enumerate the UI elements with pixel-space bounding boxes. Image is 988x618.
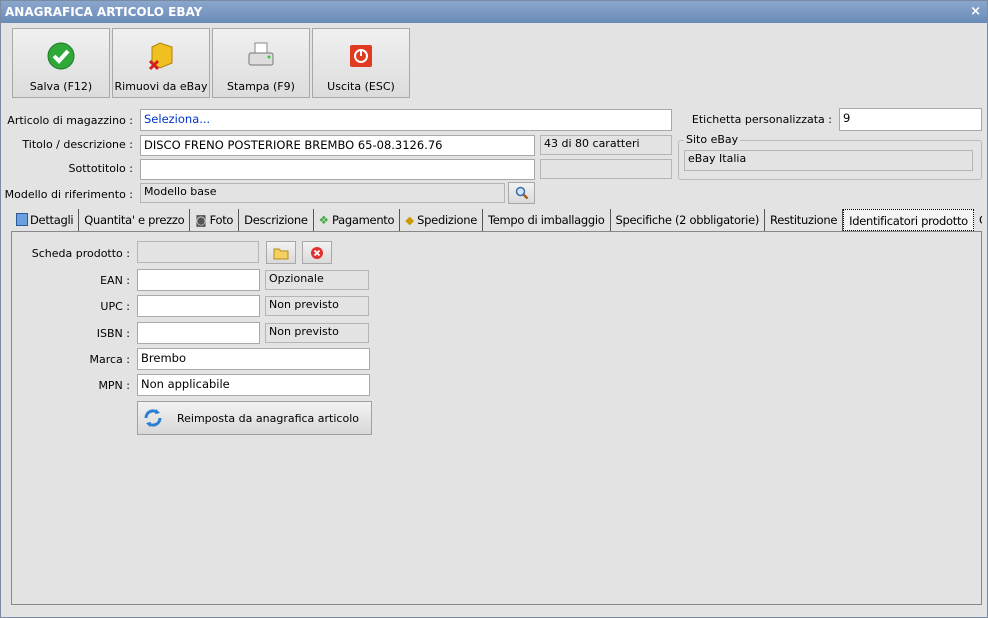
modello-input[interactable]: Modello base — [140, 183, 505, 203]
exit-label: Uscita (ESC) — [327, 80, 395, 93]
tab-bar: Dettagli Quantita' e prezzo ◙ Foto Descrizi… — [11, 209, 982, 232]
tab-pagamento[interactable]: ❖ Pagamento — [314, 209, 401, 231]
power-icon — [350, 45, 372, 67]
save-label: Salva (F12) — [29, 80, 93, 93]
window: ANAGRAFICA ARTICOLO EBAY × Salva (F12) Ri… — [0, 0, 988, 618]
reset-label: Reimposta da anagrafica articolo — [176, 411, 359, 425]
reset-from-article-button[interactable]: Reimposta da anagrafica articolo — [137, 401, 372, 435]
shipping-icon: ◆ — [405, 213, 418, 227]
modello-search-button[interactable] — [508, 182, 535, 204]
marca-label: Marca : — [89, 353, 130, 366]
delete-icon — [311, 246, 323, 259]
tab-restituzione[interactable]: Restituzione — [765, 209, 844, 231]
camera-icon: ◙ — [195, 213, 210, 227]
printer-icon — [248, 42, 274, 66]
ean-label: EAN : — [100, 274, 130, 287]
tab-tempo-imballaggio[interactable]: Tempo di imballaggio — [483, 209, 611, 231]
ean-status: Opzionale — [265, 270, 369, 290]
tab-dettagli[interactable]: Dettagli — [11, 209, 80, 231]
scheda-clear-button[interactable] — [302, 241, 332, 264]
sottotitolo-counter — [540, 159, 672, 179]
save-button[interactable]: Salva (F12) — [12, 28, 110, 98]
close-button[interactable]: × — [970, 1, 981, 23]
isbn-input[interactable] — [137, 322, 260, 344]
tab-foto[interactable]: ◙ Foto — [190, 209, 240, 231]
tab-compatibilita[interactable]: Compatib — [974, 209, 982, 231]
mpn-input[interactable]: Non applicabile — [137, 374, 370, 396]
folder-icon — [273, 248, 289, 259]
scheda-label: Scheda prodotto : — [31, 247, 130, 260]
sottotitolo-label: Sottotitolo : — [68, 162, 133, 175]
scheda-browse-button[interactable] — [266, 241, 296, 264]
modello-label: Modello di riferimento : — [4, 188, 133, 201]
upc-label: UPC : — [100, 300, 130, 313]
titolo-counter: 43 di 80 caratteri — [540, 135, 672, 155]
isbn-label: ISBN : — [96, 327, 130, 340]
tab-quantita[interactable]: Quantita' e prezzo — [79, 209, 191, 231]
scheda-input[interactable] — [137, 241, 259, 263]
title-bar: ANAGRAFICA ARTICOLO EBAY × — [1, 1, 987, 23]
articolo-label: Articolo di magazzino : — [7, 114, 133, 127]
money-icon: ❖ — [318, 213, 333, 227]
titolo-label: Titolo / descrizione : — [22, 138, 133, 151]
checkmark-icon — [47, 42, 75, 70]
print-label: Stampa (F9) — [227, 80, 295, 93]
tab-descrizione[interactable]: Descrizione — [239, 209, 314, 231]
calendar-icon — [16, 213, 28, 226]
tab-spedizione[interactable]: ◆ Spedizione — [400, 209, 483, 231]
upc-status: Non previsto — [265, 296, 369, 316]
tab-identificatori-prodotto[interactable]: Identificatori prodotto — [843, 209, 974, 231]
mpn-label: MPN : — [98, 379, 130, 392]
etichetta-label: Etichetta personalizzata : — [691, 113, 832, 126]
box-remove-icon — [148, 42, 173, 71]
marca-input[interactable]: Brembo — [137, 348, 370, 370]
sito-ebay-label: Sito eBay — [684, 133, 741, 146]
ean-input[interactable] — [137, 269, 260, 291]
window-title: ANAGRAFICA ARTICOLO EBAY — [5, 5, 203, 19]
search-icon — [515, 186, 528, 200]
titolo-input[interactable]: DISCO FRENO POSTERIORE BREMBO 65-08.3126… — [140, 135, 535, 156]
exit-button[interactable]: Uscita (ESC) — [312, 28, 410, 98]
remove-from-ebay-button[interactable]: Rimuovi da eBay — [112, 28, 210, 98]
remove-label: Rimuovi da eBay — [114, 80, 208, 93]
upc-input[interactable] — [137, 295, 260, 317]
refresh-icon — [144, 409, 162, 427]
sottotitolo-input[interactable] — [140, 159, 535, 180]
tab-specifiche[interactable]: Specifiche (2 obbligatorie) — [611, 209, 766, 231]
print-button[interactable]: Stampa (F9) — [212, 28, 310, 98]
isbn-status: Non previsto — [265, 323, 369, 343]
sito-ebay-select[interactable]: eBay Italia — [684, 150, 973, 171]
etichetta-input[interactable]: 9 — [839, 108, 982, 131]
articolo-input[interactable]: Seleziona... — [140, 109, 672, 131]
